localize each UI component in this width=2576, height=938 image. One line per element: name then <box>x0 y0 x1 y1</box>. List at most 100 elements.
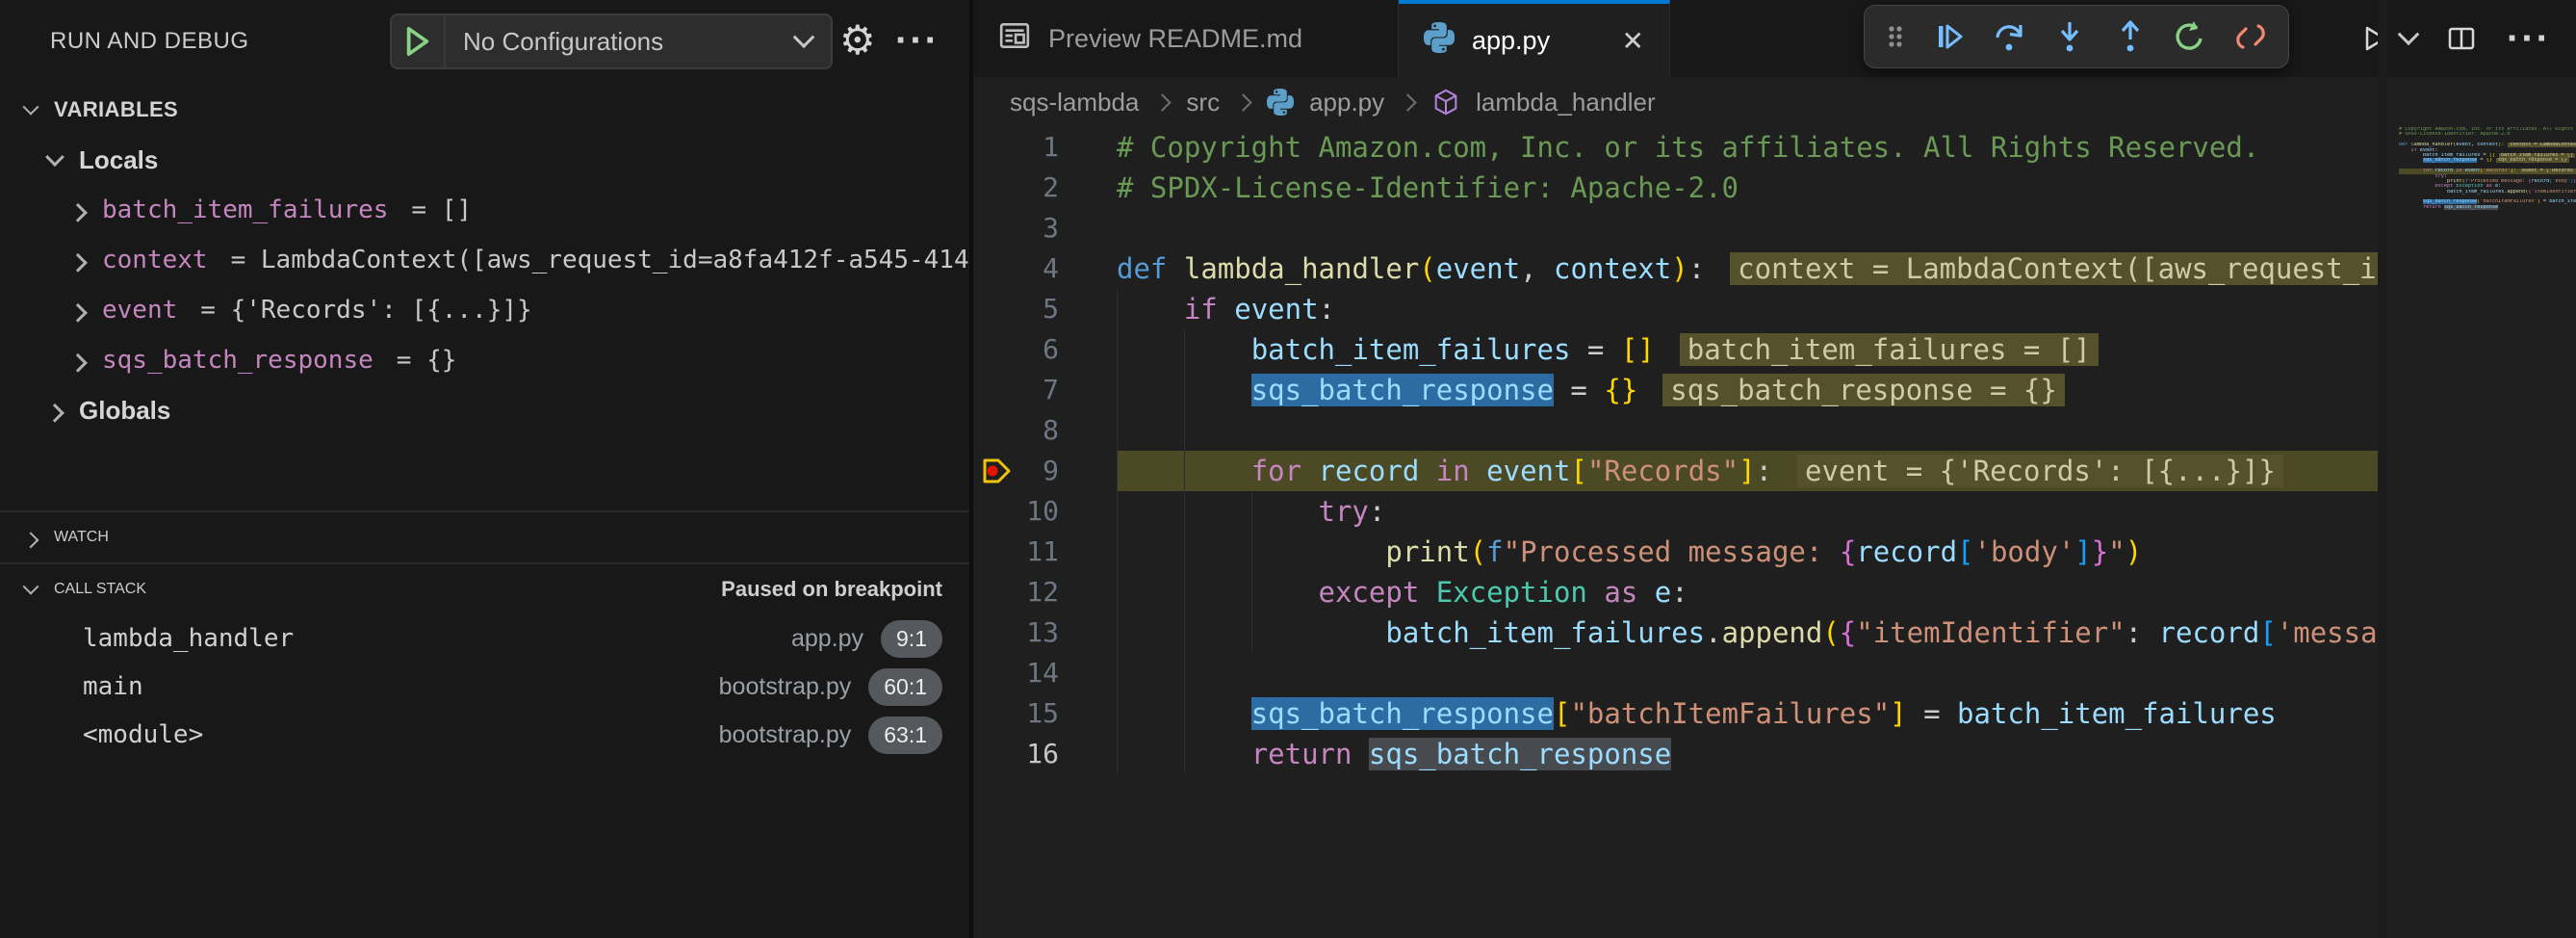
variables-scope-locals[interactable]: Locals <box>0 135 969 185</box>
call-stack-frame[interactable]: <module>bootstrap.py63:1 <box>0 711 969 759</box>
scope-label: Globals <box>79 396 170 426</box>
variables-scope-globals[interactable]: Globals <box>0 385 969 435</box>
line-number: 14 <box>1021 653 1059 693</box>
chevron-down-icon <box>23 579 39 595</box>
step-over-icon[interactable] <box>1990 17 2028 56</box>
variables-section-header[interactable]: VARIABLES <box>0 85 969 135</box>
line-number: 1 <box>1021 127 1059 168</box>
debug-status-badge: Paused on breakpoint <box>721 577 969 602</box>
variables-tree: Localsbatch_item_failures= []context= La… <box>0 135 969 435</box>
line-number: 7 <box>1021 370 1059 410</box>
variables-section: VARIABLES Localsbatch_item_failures= []c… <box>0 85 969 435</box>
symbol-method-icon <box>1431 88 1460 117</box>
preview-icon <box>998 19 1031 59</box>
tab-preview-readme[interactable]: Preview README.md <box>973 0 1399 77</box>
watch-section-header[interactable]: WATCH <box>0 510 969 564</box>
gutter-glyph <box>973 248 1021 289</box>
gutter-glyph <box>973 329 1021 370</box>
line-number: 13 <box>1021 612 1059 653</box>
variable-value: = {} <box>397 346 457 375</box>
code-text: for record in event["Records"]:event = {… <box>1117 451 2378 491</box>
frame-position-badge: 63:1 <box>868 717 942 754</box>
chevron-right-icon <box>68 303 88 323</box>
more-actions-icon[interactable]: ··· <box>2507 19 2551 58</box>
variable-sqs_batch_response[interactable]: sqs_batch_response= {} <box>0 335 969 385</box>
code-text: batch_item_failures.append({"itemIdentif… <box>1117 612 2378 653</box>
code-text <box>1117 410 2378 451</box>
variable-event[interactable]: event= {'Records': [{...}]} <box>0 285 969 335</box>
breadcrumb-file[interactable]: app.py <box>1309 88 1384 117</box>
frame-file: bootstrap.py <box>719 673 852 701</box>
gripper-icon[interactable] <box>1883 17 1908 56</box>
variable-batch_item_failures[interactable]: batch_item_failures= [] <box>0 185 969 235</box>
chevron-right-icon <box>68 253 88 273</box>
gutter-glyph <box>973 410 1021 451</box>
line-number: 9 <box>1021 451 1059 491</box>
step-out-icon[interactable] <box>2111 17 2150 56</box>
variable-name: context <box>102 246 208 274</box>
code-line-3[interactable]: 3 <box>973 208 2378 248</box>
step-into-icon[interactable] <box>2050 17 2089 56</box>
debug-toolbar <box>1864 5 2289 68</box>
inline-debug-value: batch_item_failures = [] <box>1680 333 2099 366</box>
split-editor-icon[interactable] <box>2445 22 2478 55</box>
code-editor[interactable]: 1 # Copyright Amazon.com, Inc. or its aff… <box>973 127 2378 938</box>
chevron-right-icon <box>1154 93 1172 111</box>
line-number: 12 <box>1021 572 1059 612</box>
indent-guide <box>1184 329 1185 774</box>
variable-context[interactable]: context= LambdaContext([aws_request_id=a… <box>0 235 969 285</box>
disconnect-icon[interactable] <box>2231 17 2270 56</box>
more-actions-icon[interactable]: ··· <box>895 12 940 69</box>
call-stack-frame[interactable]: mainbootstrap.py60:1 <box>0 663 969 711</box>
chevron-down-icon[interactable] <box>2398 23 2420 45</box>
code-text: def lambda_handler(event, context):conte… <box>1117 248 2378 289</box>
gutter-glyph <box>973 532 1021 572</box>
gutter-glyph <box>973 693 1021 734</box>
breakpoint-current-line-glyph[interactable] <box>973 451 1021 491</box>
code-line-5[interactable]: 5 if event: <box>973 289 2378 329</box>
call-stack-frame[interactable]: lambda_handlerapp.py9:1 <box>0 614 969 663</box>
line-number: 5 <box>1021 289 1059 329</box>
gutter-glyph <box>973 734 1021 774</box>
gutter-glyph <box>973 572 1021 612</box>
minimap[interactable]: # Copyright Amazon.com, Inc. or its affi… <box>2387 127 2576 938</box>
code-text: except Exception as e: <box>1117 572 2378 612</box>
breadcrumb-symbol[interactable]: lambda_handler <box>1476 88 1655 117</box>
call-stack-frames: lambda_handlerapp.py9:1mainbootstrap.py6… <box>0 614 969 759</box>
restart-icon[interactable] <box>2171 17 2209 56</box>
frame-location: bootstrap.py63:1 <box>719 717 942 754</box>
tab-app-py[interactable]: app.py ✕ <box>1399 0 1670 77</box>
tab-label: app.py <box>1472 26 1550 56</box>
code-text <box>1117 653 2378 693</box>
vscode-window: RUN AND DEBUG No Configurations ⚙ ··· VA… <box>0 0 2576 938</box>
continue-icon[interactable] <box>1930 17 1969 56</box>
editor-group: Preview README.md app.py ✕ ··· <box>973 0 2576 938</box>
close-icon[interactable]: ✕ <box>1622 25 1644 57</box>
python-icon <box>1267 89 1294 116</box>
debug-configuration-dropdown[interactable]: No Configurations <box>390 13 833 69</box>
chevron-right-icon <box>23 532 39 548</box>
inline-debug-value: context = LambdaContext([aws_request_id=… <box>1730 252 2378 285</box>
editor-actions: ··· <box>2357 0 2576 77</box>
chevron-right-icon <box>1234 93 1251 111</box>
frame-location: bootstrap.py60:1 <box>719 668 942 706</box>
code-line-4[interactable]: 4def lambda_handler(event, context):cont… <box>973 248 2378 289</box>
chevron-right-icon <box>68 353 88 373</box>
breadcrumb-folder[interactable]: src <box>1186 88 1220 117</box>
chevron-right-icon <box>1399 93 1416 111</box>
code-text: sqs_batch_response = {}sqs_batch_respons… <box>1117 370 2378 410</box>
code-text: # SPDX-License-Identifier: Apache-2.0 <box>1117 168 2378 208</box>
line-number: 15 <box>1021 693 1059 734</box>
chevron-down-icon <box>45 147 64 167</box>
editor-tab-bar: Preview README.md app.py ✕ ··· <box>973 0 2576 77</box>
code-text: # Copyright Amazon.com, Inc. or its affi… <box>1117 127 2378 168</box>
call-stack-section-header[interactable]: CALL STACK Paused on breakpoint <box>0 564 969 614</box>
code-line-2[interactable]: 2# SPDX-License-Identifier: Apache-2.0 <box>973 168 2378 208</box>
gutter-glyph <box>973 653 1021 693</box>
breadcrumb-folder[interactable]: sqs-lambda <box>1010 88 1139 117</box>
gear-icon[interactable]: ⚙ <box>839 12 876 69</box>
line-number: 6 <box>1021 329 1059 370</box>
variable-name: event <box>102 296 177 325</box>
code-line-1[interactable]: 1 # Copyright Amazon.com, Inc. or its aff… <box>973 127 2378 168</box>
start-debug-icon[interactable] <box>392 15 446 67</box>
